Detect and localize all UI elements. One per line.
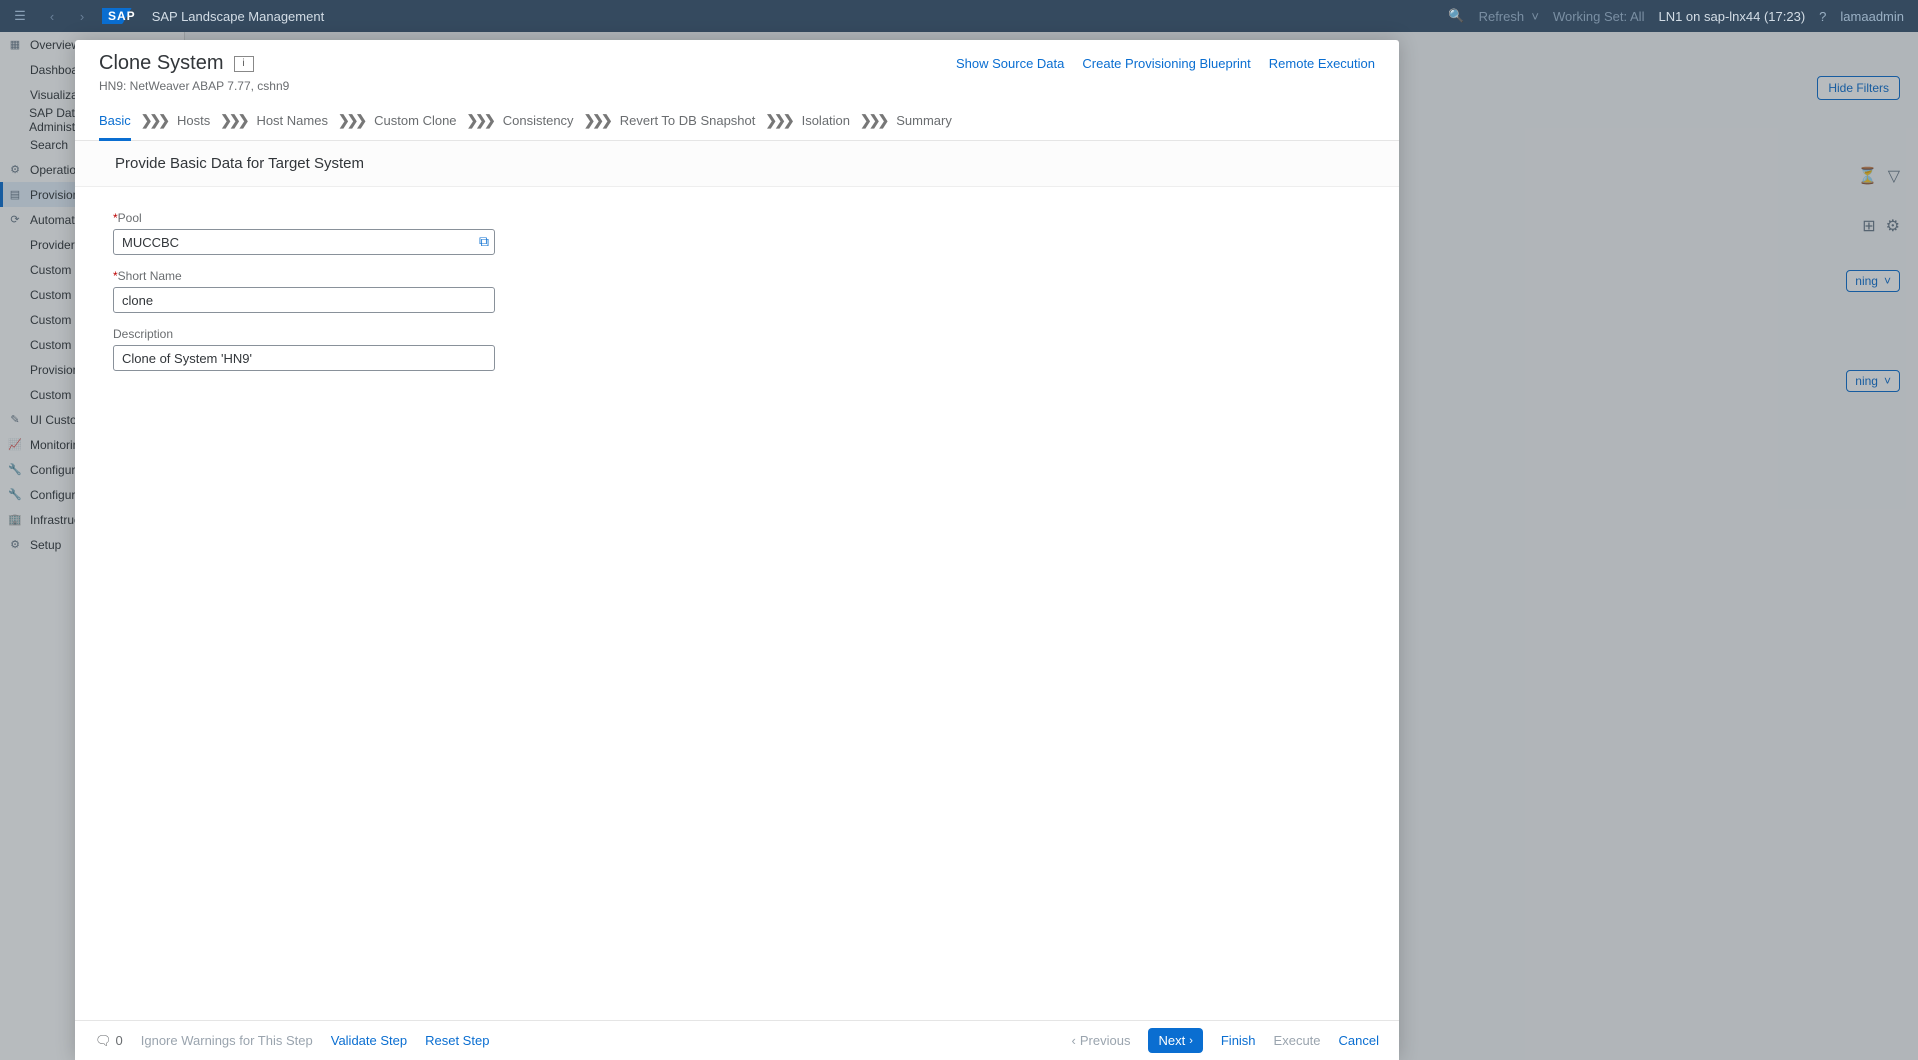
chevron-right-icon: ❯❯❯ [220,112,246,129]
basic-form: *Pool ⧉ *Short Name Description [75,187,1399,409]
refresh-button[interactable]: Refresh ˅ [1479,9,1539,24]
chevron-right-icon: ❯❯❯ [584,112,610,129]
dialog-title: Clone System [99,52,224,75]
previous-button: ‹Previous [1072,1033,1131,1048]
help-icon[interactable]: ? [1819,9,1826,24]
execute-button: Execute [1274,1033,1321,1048]
step-basic[interactable]: Basic [99,113,131,141]
remote-execution-link[interactable]: Remote Execution [1269,56,1375,71]
pool-label: *Pool [113,211,495,225]
menu-icon[interactable]: ☰ [8,8,32,24]
app-title: SAP Landscape Management [152,9,325,24]
description-label: Description [113,327,495,341]
user-label[interactable]: lamaadmin [1840,9,1904,24]
search-icon[interactable]: 🔍 [1448,8,1464,24]
reset-step-link[interactable]: Reset Step [425,1033,489,1048]
sap-logo: SAP [102,8,142,24]
short-name-input[interactable] [113,287,495,313]
validate-step-link[interactable]: Validate Step [331,1033,407,1048]
cancel-button[interactable]: Cancel [1339,1033,1379,1048]
show-source-data-link[interactable]: Show Source Data [956,56,1064,71]
chevron-left-icon: ‹ [1072,1033,1076,1048]
description-input[interactable] [113,345,495,371]
section-title: Provide Basic Data for Target System [75,141,1399,187]
finish-button[interactable]: Finish [1221,1033,1256,1048]
chevron-right-icon: ❯❯❯ [860,112,886,129]
step-isolation[interactable]: Isolation [802,113,850,128]
message-count: 0 [116,1033,123,1048]
clone-system-dialog: Clone System i Show Source Data Create P… [75,40,1399,1060]
step-hosts[interactable]: Hosts [177,113,210,128]
message-icon: 🗨 [95,1033,112,1049]
chevron-right-icon: ❯❯❯ [765,112,791,129]
value-help-icon[interactable]: ⧉ [479,233,489,250]
dialog-subtitle: HN9: NetWeaver ABAP 7.77, cshn9 [99,79,1375,93]
chevron-right-icon: ❯❯❯ [141,112,167,129]
short-name-label: *Short Name [113,269,495,283]
step-summary[interactable]: Summary [896,113,952,128]
next-button[interactable]: Next› [1148,1028,1202,1053]
chevron-right-icon: ❯❯❯ [338,112,364,129]
step-host-names[interactable]: Host Names [256,113,328,128]
message-indicator[interactable]: 🗨 0 [95,1033,123,1049]
nav-forward-icon[interactable]: › [72,9,92,24]
ignore-warnings-link: Ignore Warnings for This Step [141,1033,313,1048]
create-blueprint-link[interactable]: Create Provisioning Blueprint [1082,56,1250,71]
pool-input[interactable] [113,229,495,255]
info-button[interactable]: i [234,56,254,72]
shell-bar: ☰ ‹ › SAP SAP Landscape Management 🔍 Ref… [0,0,1918,32]
step-revert[interactable]: Revert To DB Snapshot [620,113,756,128]
host-label: LN1 on sap-lnx44 (17:23) [1658,9,1805,24]
working-set-label[interactable]: Working Set: All [1553,9,1645,24]
step-consistency[interactable]: Consistency [503,113,574,128]
chevron-right-icon: ❯❯❯ [467,112,493,129]
nav-back-icon[interactable]: ‹ [42,9,62,24]
step-custom-clone[interactable]: Custom Clone [374,113,456,128]
chevron-right-icon: › [1189,1035,1193,1047]
wizard-steps: Basic ❯❯❯ Hosts ❯❯❯ Host Names ❯❯❯ Custo… [75,101,1399,141]
dialog-footer: 🗨 0 Ignore Warnings for This Step Valida… [75,1020,1399,1060]
